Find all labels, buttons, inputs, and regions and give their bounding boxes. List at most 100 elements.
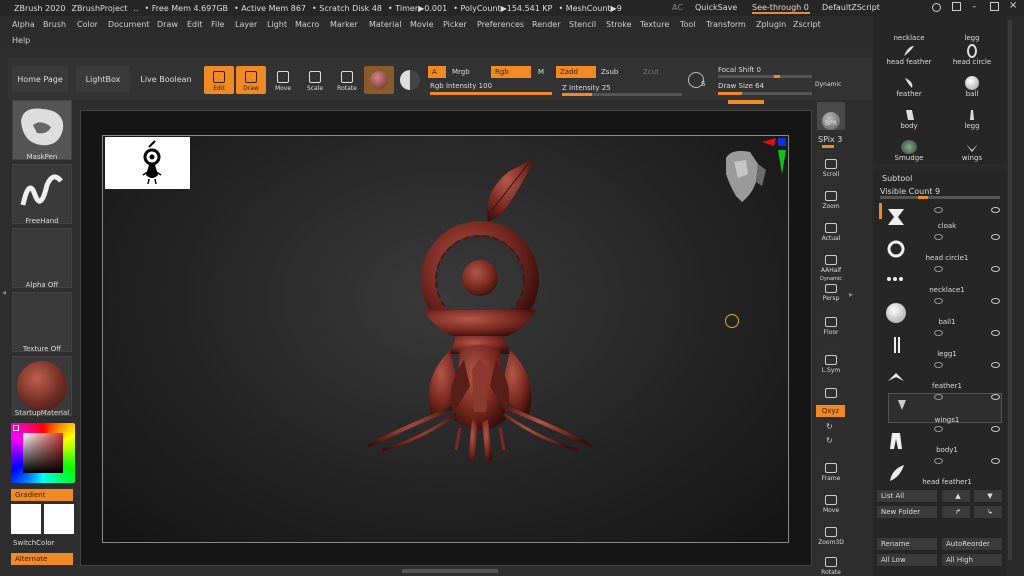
mrgb-toggle[interactable]: Mrgb — [452, 68, 470, 76]
bottom-scrollbar[interactable] — [402, 569, 498, 573]
dynamic-label[interactable]: Dynamic — [815, 81, 841, 88]
brush-item-head-feather[interactable]: head feather — [877, 36, 941, 66]
menu-stencil[interactable]: Stencil — [569, 20, 596, 29]
polypaint-toggle-icon[interactable] — [934, 394, 943, 400]
brush-item-ball[interactable]: ball — [940, 68, 1004, 98]
home-page-button[interactable]: Home Page — [12, 66, 68, 92]
lightbox-button[interactable]: LightBox — [76, 66, 130, 92]
material-thumbnail[interactable] — [12, 356, 72, 416]
new-folder-button[interactable]: New Folder — [877, 506, 937, 518]
move-tool-button[interactable]: Move — [268, 66, 298, 94]
menu-light[interactable]: Light — [267, 20, 287, 29]
polypaint-toggle-icon[interactable] — [934, 266, 943, 272]
move-into-folder-button[interactable]: ↱ — [942, 506, 970, 518]
polypaint-toggle-icon[interactable] — [934, 426, 943, 432]
menu-file[interactable]: File — [211, 20, 224, 29]
polypaint-toggle-icon[interactable] — [934, 330, 943, 336]
rgb-intensity-slider[interactable] — [430, 92, 552, 95]
subtool-row-cloak[interactable]: cloak — [878, 201, 1004, 233]
brush-item-legg-2[interactable]: legg — [940, 100, 1004, 130]
polypaint-toggle-icon[interactable] — [934, 234, 943, 240]
left-collapse-icon[interactable]: ◂ — [2, 288, 6, 297]
main-color-swatch[interactable] — [11, 504, 41, 534]
alpha-thumbnail[interactable] — [12, 228, 72, 288]
zadd-toggle[interactable]: Zadd — [556, 66, 596, 78]
default-zscript[interactable]: DefaultZScript — [822, 3, 880, 12]
brush-thumbnail[interactable] — [12, 100, 72, 160]
move-up-button[interactable]: ▲ — [942, 490, 970, 502]
close-icon[interactable]: × — [1009, 0, 1017, 11]
m-toggle[interactable]: M — [538, 68, 544, 76]
xyz-button[interactable]: Qxyz — [816, 405, 845, 417]
menu-macro[interactable]: Macro — [295, 20, 319, 29]
color-toggle-icon[interactable] — [400, 70, 420, 90]
menu-brush[interactable]: Brush — [43, 20, 66, 29]
tray-scrollbar[interactable] — [1008, 20, 1012, 560]
zsub-toggle[interactable]: Zsub — [601, 68, 618, 76]
visibility-eye-icon[interactable] — [991, 330, 1000, 336]
subtool-row-wings1[interactable]: wings1 — [888, 393, 1002, 424]
a-toggle[interactable]: A — [428, 66, 446, 78]
orientation-head-icon[interactable] — [712, 134, 792, 224]
minimize-icon[interactable]: – — [972, 2, 977, 12]
visibility-eye-icon[interactable] — [991, 394, 1000, 400]
maximize-icon[interactable] — [990, 2, 999, 11]
all-high-button[interactable]: All High — [942, 554, 1002, 566]
local-transform-button[interactable] — [817, 376, 845, 400]
list-all-button[interactable]: List All — [877, 490, 937, 502]
menu-layer[interactable]: Layer — [235, 20, 257, 29]
polypaint-toggle-icon[interactable] — [934, 207, 943, 213]
draw-size-slider[interactable] — [718, 92, 812, 95]
draw-tool-button[interactable]: Draw — [236, 66, 266, 94]
actual-button[interactable]: Actual — [817, 214, 845, 242]
floor-button[interactable]: Floor — [817, 308, 845, 336]
help-icon[interactable] — [932, 3, 941, 12]
polypaint-toggle-icon[interactable] — [934, 362, 943, 368]
z-intensity-slider[interactable] — [562, 93, 682, 96]
3d-model-creature[interactable] — [360, 150, 600, 490]
all-low-button[interactable]: All Low — [877, 554, 937, 566]
bpr-button[interactable]: BPR — [817, 102, 845, 130]
visibility-eye-icon[interactable] — [991, 234, 1000, 240]
rotate-y-icon[interactable]: ↻ — [826, 422, 833, 431]
menu-stroke[interactable]: Stroke — [606, 20, 632, 29]
secondary-color-swatch[interactable] — [44, 504, 74, 534]
navigator-thumbnail[interactable] — [105, 137, 190, 189]
move-view-button[interactable]: Move — [817, 486, 845, 514]
zcut-toggle[interactable]: Zcut — [643, 68, 659, 76]
see-through-slider[interactable]: See-through 0 — [752, 3, 809, 12]
texture-thumbnail[interactable] — [12, 292, 72, 352]
rotate-tool-button[interactable]: Rotate — [332, 66, 362, 94]
lsym-button[interactable]: L.Sym — [817, 346, 845, 374]
menu-transform[interactable]: Transform — [706, 20, 746, 29]
menu-movie[interactable]: Movie — [410, 20, 434, 29]
brush-item-wings[interactable]: wings — [940, 132, 1004, 162]
subtool-title[interactable]: Subtool — [882, 174, 912, 183]
persp-button[interactable]: Dynamic Persp — [817, 276, 845, 302]
menu-texture[interactable]: Texture — [640, 20, 669, 29]
menu-marker[interactable]: Marker — [330, 20, 358, 29]
visibility-eye-icon[interactable] — [991, 207, 1000, 213]
switchcolor-button[interactable]: SwitchColor — [13, 539, 54, 547]
polypaint-toggle-icon[interactable] — [934, 458, 943, 464]
quicksave-button[interactable]: QuickSave — [695, 3, 737, 12]
menu-zscript[interactable]: Zscript — [793, 20, 821, 29]
edit-tool-button[interactable]: Edit — [204, 66, 234, 94]
visibility-eye-icon[interactable] — [991, 458, 1000, 464]
menu-color[interactable]: Color — [77, 20, 98, 29]
aahalf-button[interactable]: AAHalf — [817, 246, 845, 274]
rotate-z-icon[interactable]: ↻ — [826, 436, 833, 445]
menu-zplugin[interactable]: Zplugin — [756, 20, 786, 29]
rotate-view-button[interactable]: Rotate — [817, 548, 845, 576]
gradient-button[interactable]: Gradient — [11, 489, 73, 501]
visible-count-slider[interactable] — [880, 196, 1000, 199]
visibility-eye-icon[interactable] — [991, 266, 1000, 272]
live-boolean-button[interactable]: Live Boolean — [136, 66, 196, 92]
brush-item-body[interactable]: body — [877, 100, 941, 130]
menu-tool[interactable]: Tool — [680, 20, 696, 29]
spix-label[interactable]: SPix 3 — [818, 135, 842, 144]
brush-item-head-circle[interactable]: head circle — [940, 36, 1004, 66]
right-collapse-icon[interactable]: ▸ — [849, 290, 853, 299]
visibility-eye-icon[interactable] — [991, 362, 1000, 368]
focal-shift-slider[interactable] — [718, 75, 812, 78]
